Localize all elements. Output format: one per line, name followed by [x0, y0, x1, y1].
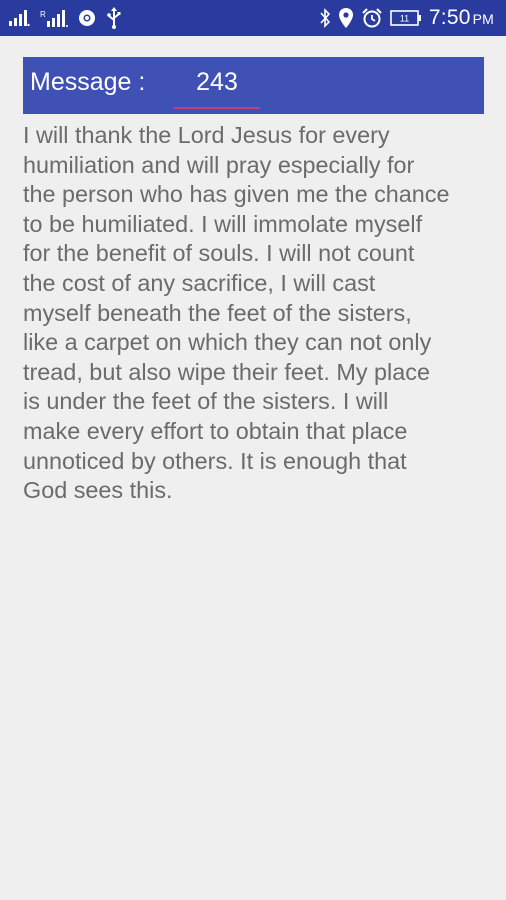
signal-2-icon: R: [40, 8, 68, 28]
message-number-field[interactable]: 243: [174, 68, 260, 97]
message-text: I will thank the Lord Jesus for every hu…: [23, 122, 450, 504]
clock-ampm: PM: [472, 11, 494, 27]
status-clock: 7:50 PM: [429, 6, 494, 30]
svg-text:R: R: [40, 10, 46, 19]
location-icon: [338, 7, 354, 29]
chrome-icon: [78, 9, 96, 27]
signal-1-icon: [8, 9, 30, 27]
bluetooth-icon: [319, 8, 331, 28]
message-header: Message : 243: [23, 57, 484, 114]
usb-icon: [106, 7, 122, 29]
status-right-icons: 11 7:50 PM: [319, 5, 494, 31]
clock-time: 7:50: [428, 6, 471, 29]
status-bar: R 11 7:50 PM: [0, 0, 506, 36]
alarm-icon: [361, 7, 383, 29]
battery-icon: 11: [390, 9, 422, 27]
status-left-icons: R: [8, 7, 122, 29]
message-number-underline: [174, 107, 260, 109]
message-label: Message :: [30, 68, 146, 96]
battery-level-text: 11: [400, 14, 409, 24]
